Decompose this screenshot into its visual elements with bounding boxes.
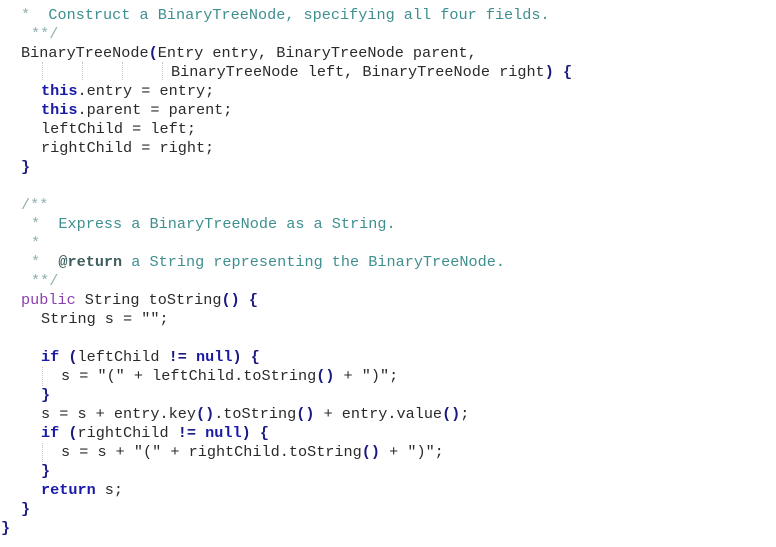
comment-end: **/: [31, 272, 59, 290]
code-line-comment: * Construct a BinaryTreeNode, specifying…: [21, 6, 550, 25]
operator: !=: [177, 424, 196, 442]
code-editor[interactable]: * Construct a BinaryTreeNode, specifying…: [0, 0, 776, 547]
keyword: this: [41, 82, 78, 100]
code-line-comment: * Express a BinaryTreeNode as a String.: [31, 215, 396, 234]
indent-guide: [42, 62, 43, 80]
paren: ): [544, 63, 554, 81]
indent-guide: [162, 62, 163, 80]
code-line-constructor-params: BinaryTreeNode left, BinaryTreeNode righ…: [171, 63, 572, 82]
code-line-comment-start: /**: [21, 196, 48, 215]
comment-text: a String representing the BinaryTreeNode…: [122, 253, 505, 271]
code-line-brace: }: [21, 500, 30, 519]
comment-text: Express a BinaryTreeNode as a String.: [58, 215, 396, 233]
comment-star: *: [21, 6, 31, 24]
brace: {: [259, 424, 269, 442]
code-text: rightChild = right;: [41, 139, 215, 157]
code-text: ;: [460, 405, 470, 423]
operator: !=: [168, 348, 187, 366]
code-text: s;: [95, 481, 124, 499]
code-line: String s = "";: [41, 310, 169, 329]
code-line-if: if (leftChild != null) {: [41, 348, 260, 367]
code-text: .parent = parent;: [77, 101, 233, 119]
brace: }: [41, 462, 51, 480]
indent-guide: [82, 62, 83, 80]
code-line-brace: }: [41, 386, 50, 405]
indent-guide: [42, 443, 43, 462]
params: BinaryTreeNode left, BinaryTreeNode righ…: [171, 63, 545, 81]
javadoc-tag: @return: [58, 253, 123, 271]
code-text: s = s + entry.key: [41, 405, 196, 423]
code-line: leftChild = left;: [41, 120, 196, 139]
comment-start: /**: [21, 196, 49, 214]
parens: (): [442, 405, 461, 423]
comment-text: Construct a BinaryTreeNode, specifying a…: [48, 6, 550, 24]
comment-star: *: [31, 234, 41, 252]
code-text: rightChild: [77, 424, 178, 442]
code-line-brace: }: [21, 158, 30, 177]
brace: {: [250, 348, 260, 366]
keyword: if: [41, 348, 60, 366]
code-line: s = s + entry.key().toString() + entry.v…: [41, 405, 469, 424]
code-line-brace: }: [41, 462, 50, 481]
modifier: public: [21, 291, 76, 309]
code-text: leftChild: [77, 348, 169, 366]
code-line: this.entry = entry;: [41, 82, 214, 101]
code-line-comment-end: **/: [31, 272, 58, 291]
parens: (): [361, 443, 380, 461]
params: Entry entry, BinaryTreeNode parent,: [157, 44, 477, 62]
code-line-brace: }: [1, 519, 10, 538]
keyword: this: [41, 101, 78, 119]
code-line-return: return s;: [41, 481, 123, 500]
keyword: null: [195, 348, 233, 366]
code-text: + entry.value: [314, 405, 443, 423]
brace: }: [41, 386, 51, 404]
parens: (): [316, 367, 335, 385]
brace: }: [1, 519, 11, 537]
code-text: String toString: [75, 291, 222, 309]
code-line-if: if (rightChild != null) {: [41, 424, 269, 443]
code-line-comment-end: **/: [31, 25, 58, 44]
brace: }: [21, 500, 31, 518]
code-text: .toString: [214, 405, 297, 423]
code-line: rightChild = right;: [41, 139, 214, 158]
code-line: s = s + "(" + rightChild.toString() + ")…: [61, 443, 444, 462]
brace: }: [21, 158, 31, 176]
paren: ): [241, 424, 251, 442]
code-line-comment: * @return a String representing the Bina…: [31, 253, 505, 272]
paren: ): [232, 348, 242, 366]
comment-star: *: [31, 253, 41, 271]
code-text: + ")";: [334, 367, 399, 385]
parens: (): [221, 291, 240, 309]
code-line: s = "(" + leftChild.toString() + ")";: [61, 367, 398, 386]
code-text: s = s + "(" + rightChild.toString: [61, 443, 362, 461]
comment-star: *: [31, 215, 41, 233]
code-text: String s = "";: [41, 310, 169, 328]
code-text: s = "(" + leftChild.toString: [61, 367, 317, 385]
brace: {: [562, 63, 573, 81]
code-line-comment: *: [31, 234, 40, 253]
code-line-method-signature: public String toString() {: [21, 291, 258, 310]
comment-end: **/: [31, 25, 59, 43]
indent-guide: [122, 62, 123, 80]
indent-guide: [42, 367, 43, 386]
paren: (: [148, 44, 158, 62]
code-text: leftChild = left;: [41, 120, 196, 138]
code-text: .entry = entry;: [77, 82, 215, 100]
parens: (): [195, 405, 215, 423]
keyword: return: [41, 481, 96, 499]
keyword: null: [205, 424, 242, 442]
code-line-constructor-signature: BinaryTreeNode(Entry entry, BinaryTreeNo…: [21, 44, 477, 63]
parens: (): [296, 405, 315, 423]
code-text: + ")";: [380, 443, 444, 461]
keyword: if: [41, 424, 60, 442]
constructor-name: BinaryTreeNode: [21, 44, 149, 62]
brace: {: [248, 291, 258, 309]
code-line: this.parent = parent;: [41, 101, 232, 120]
